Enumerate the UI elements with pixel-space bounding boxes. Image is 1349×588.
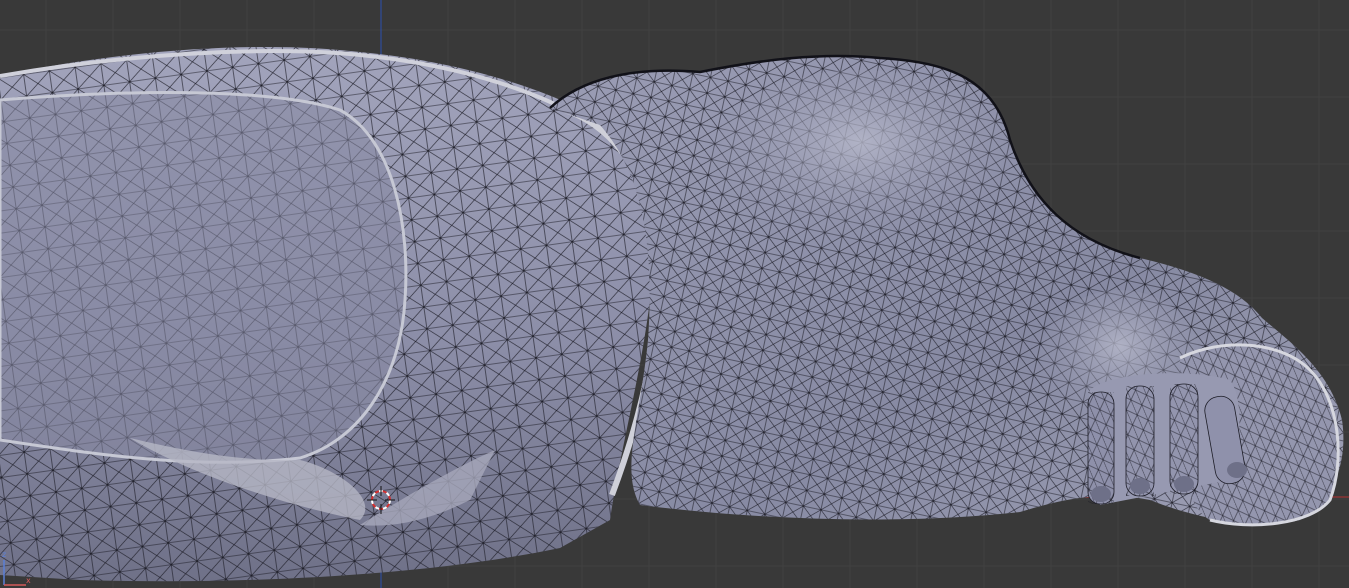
3d-viewport[interactable]: z x (0, 0, 1349, 588)
scene-canvas[interactable] (0, 0, 1349, 588)
mesh-inner-fold (0, 92, 406, 463)
axis-gizmo-x-label: x (26, 576, 31, 585)
axis-gizmo-z-label: z (2, 550, 7, 559)
mesh-object[interactable] (0, 46, 1344, 582)
